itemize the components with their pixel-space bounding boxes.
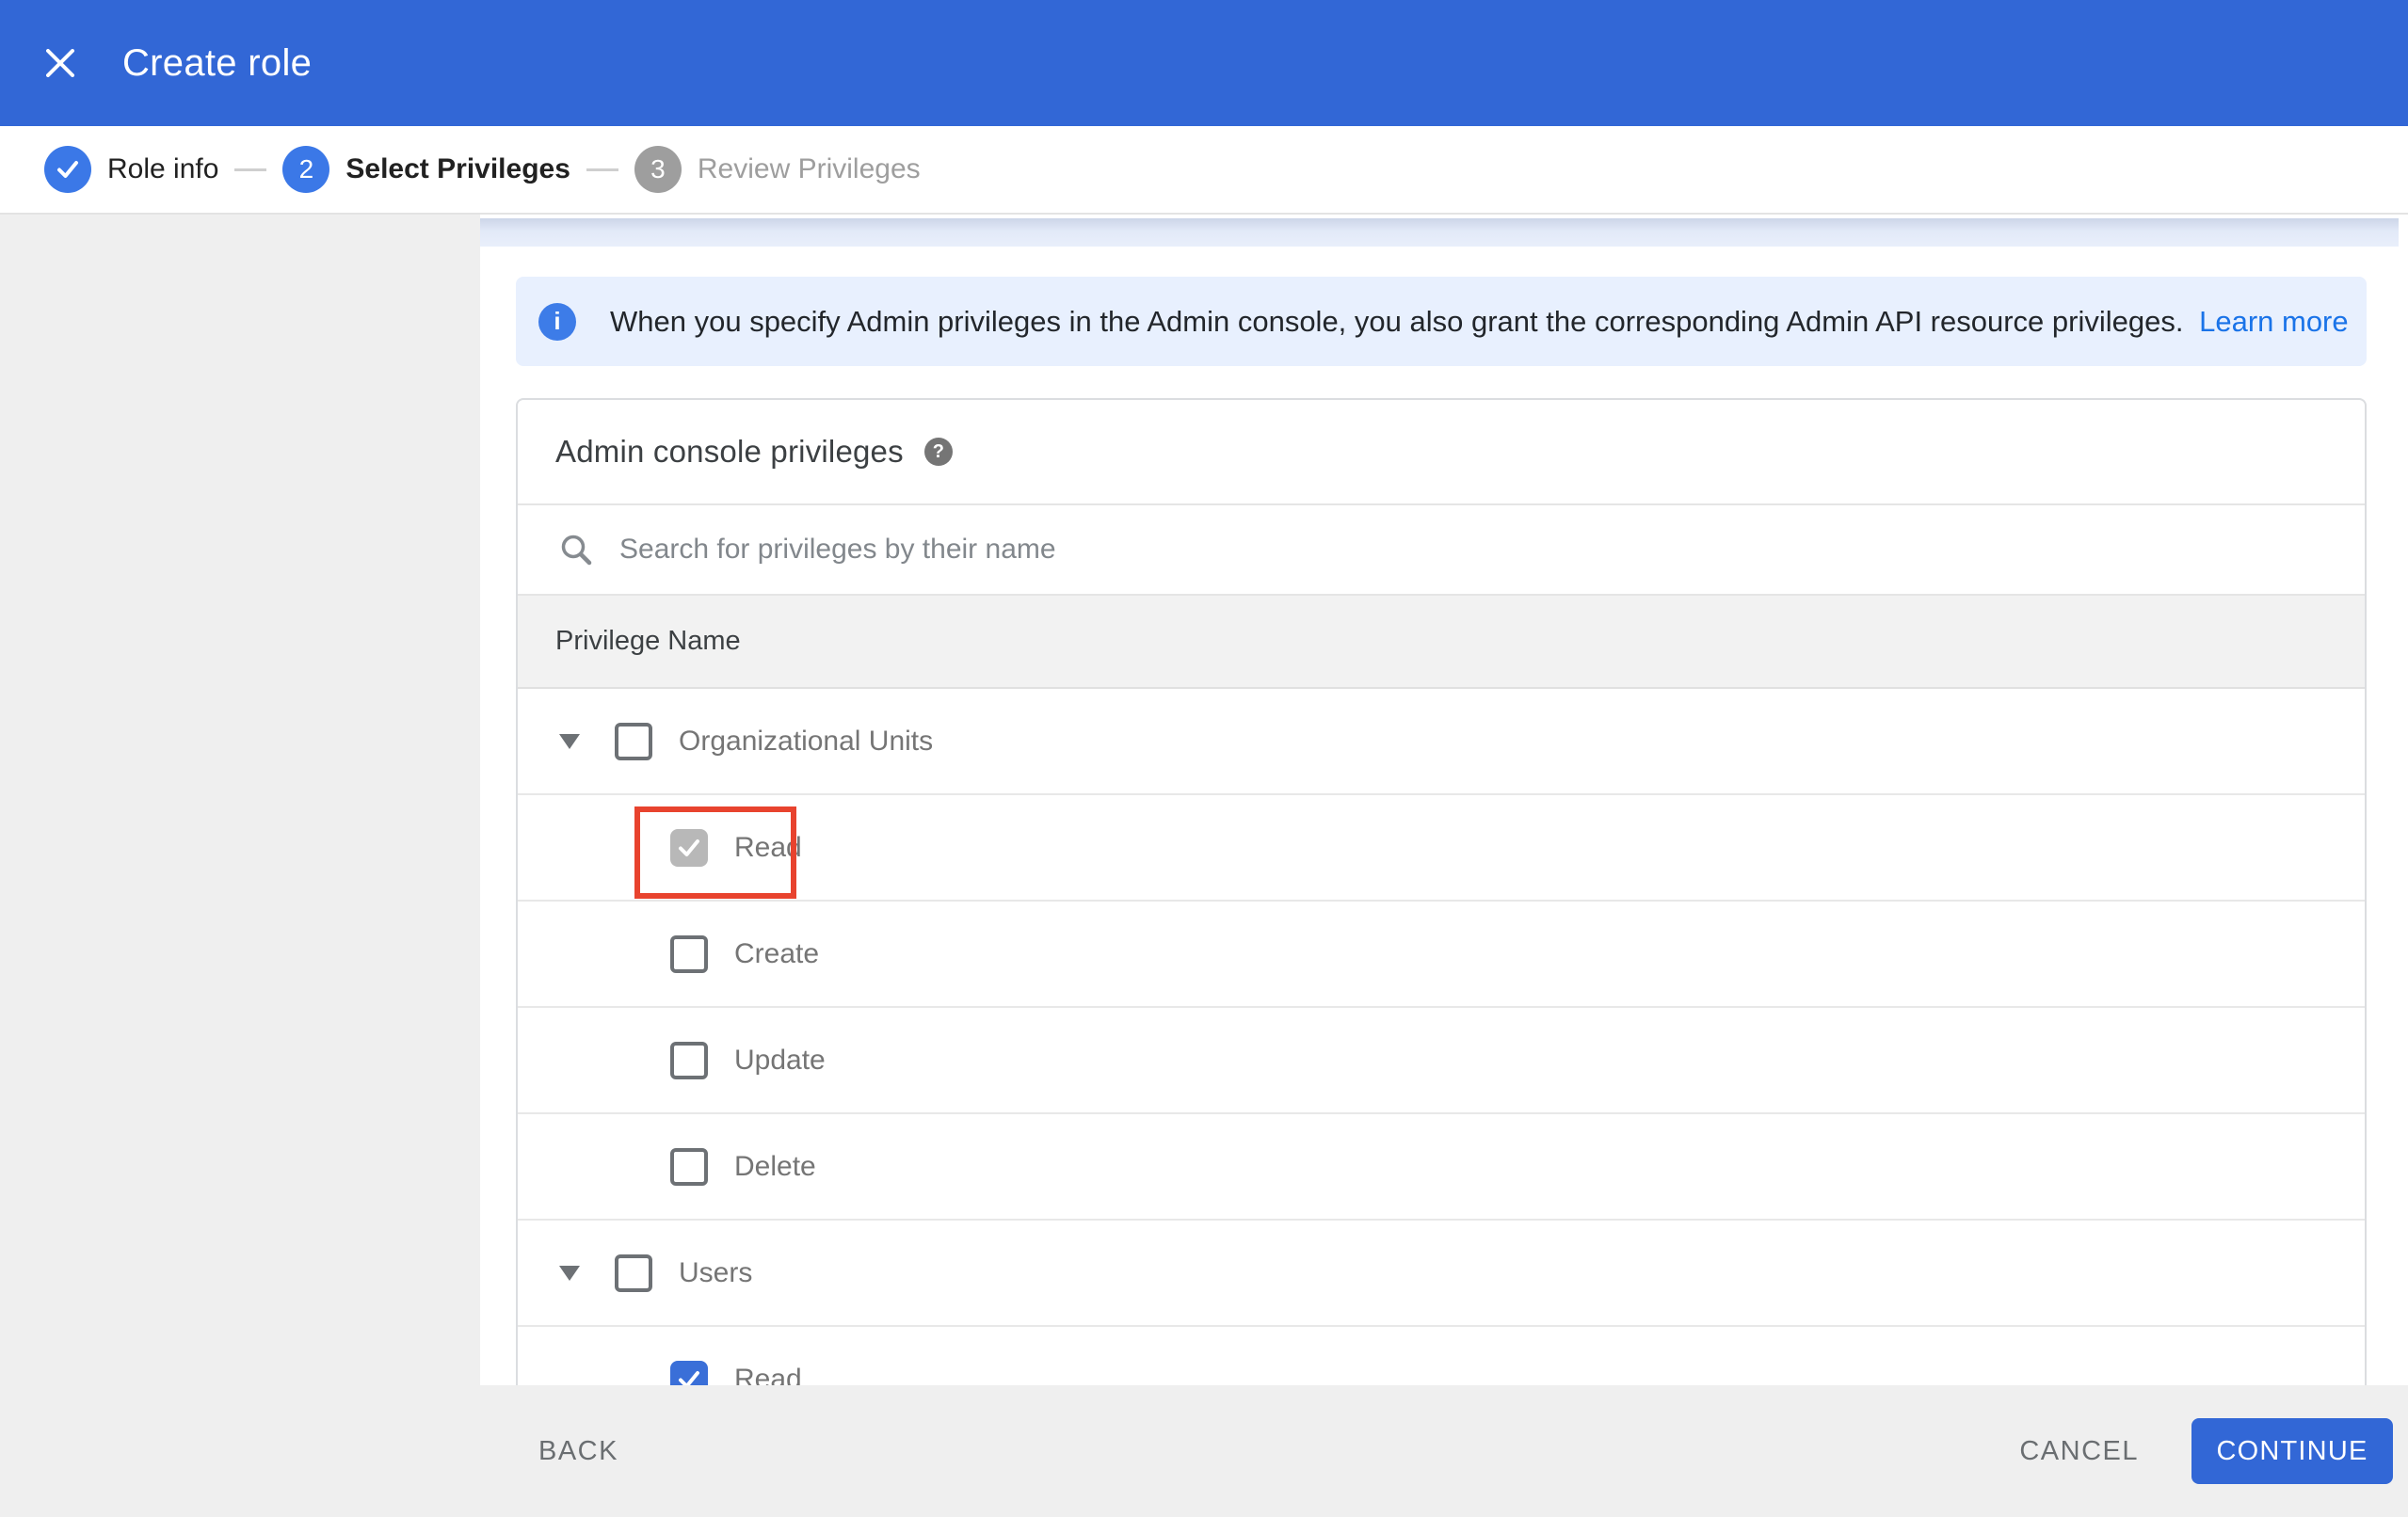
expand-triangle-icon[interactable] bbox=[559, 733, 580, 749]
step-role-info[interactable]: Role info bbox=[44, 146, 218, 193]
privilege-label: Create bbox=[734, 937, 820, 969]
privilege-label: Read bbox=[734, 831, 802, 863]
close-button[interactable] bbox=[34, 37, 87, 89]
privilege-row-users: Users bbox=[518, 1221, 2365, 1327]
privilege-label: Update bbox=[734, 1044, 826, 1076]
privilege-checkbox[interactable] bbox=[670, 1360, 708, 1385]
step-select-privileges[interactable]: 2 Select Privileges bbox=[282, 146, 570, 193]
privilege-label: Organizational Units bbox=[679, 725, 934, 757]
privilege-checkbox[interactable] bbox=[670, 1147, 708, 1186]
privilege-checkbox[interactable] bbox=[670, 934, 708, 973]
content-pane: i When you specify Admin privileges in t… bbox=[480, 215, 2408, 1385]
privilege-rows: Organizational Units Read Create Update Dele… bbox=[518, 689, 2365, 1385]
privilege-row-update: Update bbox=[518, 1008, 2365, 1114]
scrolled-content-edge bbox=[480, 218, 2399, 247]
privilege-checkbox[interactable] bbox=[670, 1041, 708, 1079]
info-banner-message: When you specify Admin privileges in the… bbox=[610, 304, 2184, 338]
learn-more-link[interactable]: Learn more bbox=[2199, 305, 2349, 338]
stepper: Role info 2 Select Privileges 3 Review Privi… bbox=[0, 126, 2408, 215]
continue-button[interactable]: CONTINUE bbox=[2191, 1418, 2393, 1484]
privilege-row-delete: Delete bbox=[518, 1114, 2365, 1221]
cancel-button[interactable]: CANCEL bbox=[2019, 1436, 2139, 1467]
column-header-label: Privilege Name bbox=[555, 626, 741, 656]
check-icon bbox=[679, 838, 699, 856]
footer-right-group: CANCEL CONTINUE bbox=[2019, 1418, 2408, 1484]
check-icon bbox=[57, 161, 78, 178]
step-connector bbox=[586, 168, 618, 171]
step-label: Review Privileges bbox=[697, 153, 921, 184]
footer-bar: BACK CANCEL CONTINUE bbox=[0, 1385, 2408, 1517]
column-header-row: Privilege Name bbox=[518, 596, 2365, 689]
privilege-label: Read bbox=[734, 1363, 802, 1386]
expand-triangle-icon[interactable] bbox=[559, 1265, 580, 1281]
step-label: Select Privileges bbox=[345, 153, 570, 184]
info-icon: i bbox=[538, 302, 576, 341]
step-number: 2 bbox=[282, 146, 330, 193]
help-icon[interactable]: ? bbox=[923, 438, 953, 466]
privilege-row-organizational-units: Organizational Units bbox=[518, 689, 2365, 795]
privilege-label: Users bbox=[679, 1256, 753, 1288]
info-banner-text: When you specify Admin privileges in the… bbox=[610, 305, 2349, 339]
privileges-card: Admin console privileges ? Search for pr… bbox=[516, 398, 2367, 1385]
privilege-row-read: Read bbox=[518, 1327, 2365, 1385]
privilege-checkbox[interactable] bbox=[615, 722, 652, 760]
step-check-icon bbox=[44, 146, 91, 193]
app-header: Create role bbox=[0, 0, 2408, 126]
privilege-row-read: Read bbox=[518, 795, 2365, 902]
step-number: 3 bbox=[634, 146, 682, 193]
privilege-row-create: Create bbox=[518, 902, 2365, 1008]
step-label: Role info bbox=[107, 153, 219, 184]
privilege-label: Delete bbox=[734, 1150, 816, 1182]
privilege-checkbox[interactable] bbox=[615, 1254, 652, 1292]
step-connector bbox=[234, 168, 267, 171]
back-button[interactable]: BACK bbox=[538, 1436, 618, 1467]
info-banner: i When you specify Admin privileges in t… bbox=[516, 277, 2367, 366]
check-icon bbox=[679, 1370, 699, 1385]
close-icon bbox=[46, 49, 74, 77]
step-review-privileges[interactable]: 3 Review Privileges bbox=[634, 146, 921, 193]
search-icon bbox=[561, 535, 592, 566]
card-title: Admin console privileges bbox=[555, 434, 904, 469]
privilege-checkbox[interactable] bbox=[670, 828, 708, 867]
search-placeholder: Search for privileges by their name bbox=[619, 534, 1056, 565]
privileges-search[interactable]: Search for privileges by their name bbox=[518, 505, 2365, 596]
page-title: Create role bbox=[122, 41, 313, 84]
card-title-row: Admin console privileges ? bbox=[518, 400, 2365, 505]
